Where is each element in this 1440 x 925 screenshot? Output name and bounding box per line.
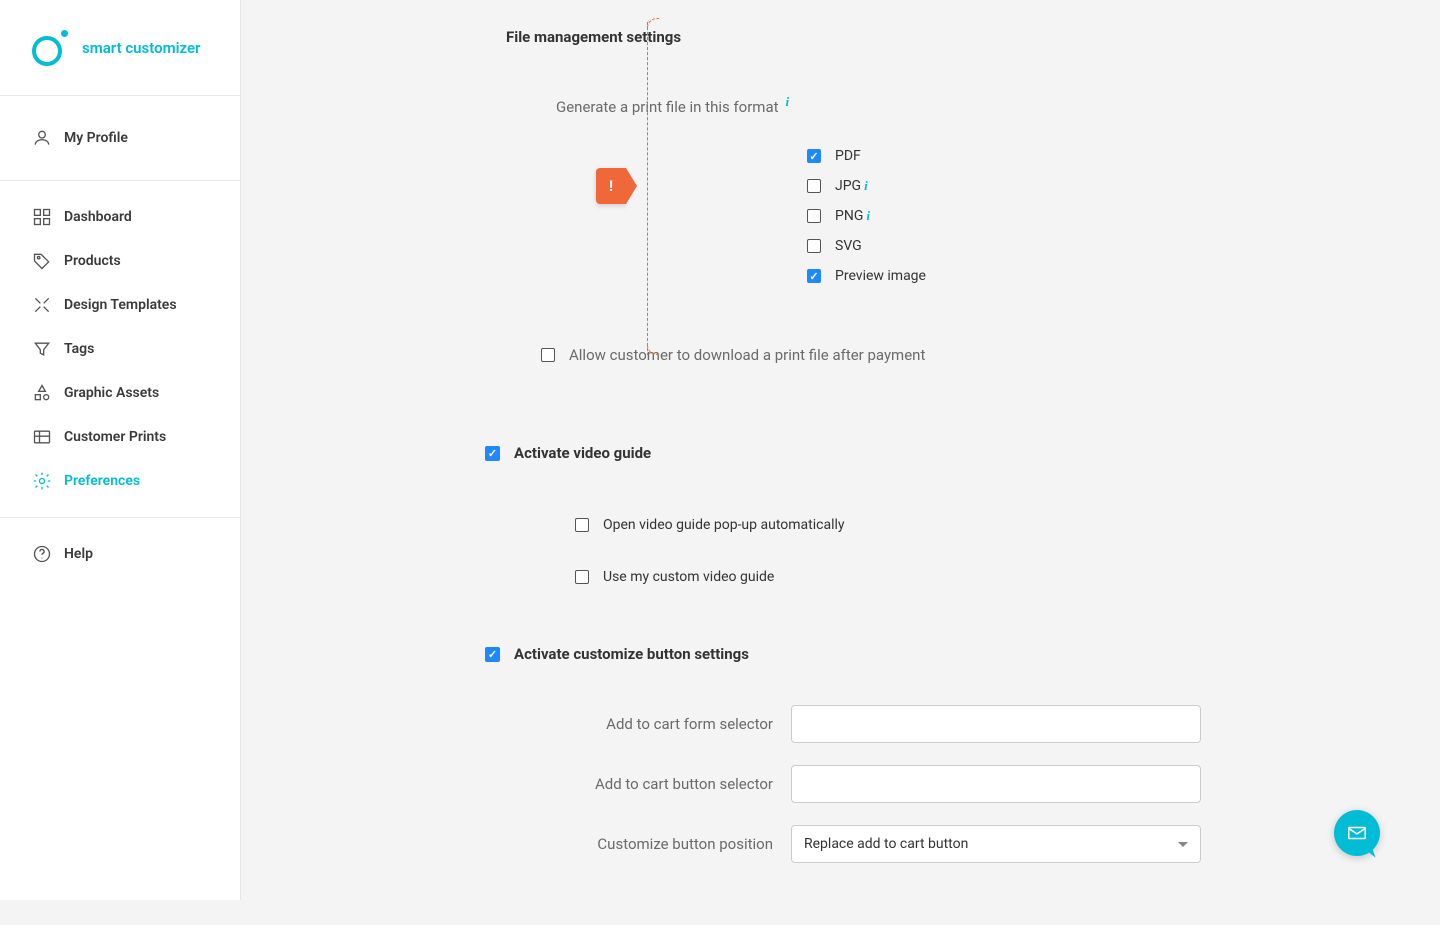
alert-text: ! [609,177,613,195]
tag-icon [32,251,52,271]
format-label: JPG [835,178,861,194]
sidebar-item-help[interactable]: Help [0,532,240,576]
info-icon[interactable]: i [866,208,870,224]
sidebar-item-customer-prints[interactable]: Customer Prints [0,415,240,459]
checkbox-activate-customize[interactable] [485,647,500,662]
format-subhead: Generate a print file in this format [401,98,779,116]
custom-video-label: Use my custom video guide [603,569,774,585]
checkbox-allow-download[interactable] [541,348,555,362]
form-selector-input[interactable] [791,705,1201,743]
logo-icon [32,30,68,66]
activate-customize-row: Activate customize button settings [401,645,1380,663]
info-icon[interactable]: i [786,94,790,110]
gear-icon [32,471,52,491]
section-title: File management settings [401,28,1380,46]
checkbox-format-pdf[interactable] [807,149,821,163]
video-subchecks: Open video guide pop-up automatically Us… [401,517,1380,585]
chat-button[interactable] [1334,810,1380,856]
format-row-jpg: JPGi [807,178,1380,194]
filter-icon [32,339,52,359]
info-icon[interactable]: i [864,178,868,194]
form-selector-label: Add to cart form selector [401,715,791,733]
checkbox-open-auto[interactable] [575,518,589,532]
sidebar-item-label: Graphic Assets [64,385,159,401]
activate-customize-label: Activate customize button settings [514,645,749,663]
format-label: Preview image [835,268,926,284]
format-label: PNG [835,208,863,224]
button-selector-label: Add to cart button selector [401,775,791,793]
position-row: Customize button position Replace add to… [401,825,1380,863]
sidebar-item-label: Help [64,546,93,562]
sidebar-item-tags[interactable]: Tags [0,327,240,371]
sidebar-item-label: Customer Prints [64,429,166,445]
sidebar-item-label: Tags [64,341,94,357]
sidebar-item-dashboard[interactable]: Dashboard [0,195,240,239]
checkbox-format-png[interactable] [807,209,821,223]
sidebar-item-label: Dashboard [64,209,132,225]
image-grid-icon [32,427,52,447]
mail-icon [1346,822,1368,844]
format-row-preview-image: Preview image [807,268,1380,284]
sidebar-item-label: Preferences [64,473,140,489]
activate-video-label: Activate video guide [514,444,651,462]
allow-download-label: Allow customer to download a print file … [569,346,925,364]
checkbox-custom-video[interactable] [575,570,589,584]
brand: smart customizer [0,0,240,96]
sidebar-item-graphic-assets[interactable]: Graphic Assets [0,371,240,415]
format-row-png: PNGi [807,208,1380,224]
main-content: ! File management settings Generate a pr… [241,0,1440,900]
brand-name: smart customizer [82,39,200,57]
profile-section: My Profile [0,96,240,181]
position-label: Customize button position [401,835,791,853]
sidebar-item-preferences[interactable]: Preferences [0,459,240,503]
sidebar: smart customizer My Profile Dashboard Pr… [0,0,241,900]
sidebar-item-products[interactable]: Products [0,239,240,283]
format-list: PDFJPGiPNGiSVGPreview image [401,148,1380,284]
form-selector-row: Add to cart form selector [401,705,1380,743]
open-auto-label: Open video guide pop-up automatically [603,517,845,533]
shapes-icon [32,383,52,403]
sidebar-item-label: Products [64,253,121,269]
checkbox-format-svg[interactable] [807,239,821,253]
button-selector-row: Add to cart button selector [401,765,1380,803]
activate-video-row: Activate video guide [401,444,1380,462]
alert-badge[interactable]: ! [596,168,626,204]
sidebar-item-design-templates[interactable]: Design Templates [0,283,240,327]
help-icon [32,544,52,564]
nav-main: Dashboard Products Design Templates Tags… [0,181,240,503]
dashboard-icon [32,207,52,227]
format-row-pdf: PDF [807,148,1380,164]
checkbox-format-preview-image[interactable] [807,269,821,283]
position-select[interactable]: Replace add to cart button [791,825,1201,863]
format-label: PDF [835,148,861,164]
format-row-svg: SVG [807,238,1380,254]
sidebar-item-label: Design Templates [64,297,177,313]
user-icon [32,128,52,148]
format-label: SVG [835,238,862,254]
checkbox-activate-video[interactable] [485,446,500,461]
tools-icon [32,295,52,315]
chevron-down-icon [1178,842,1188,847]
checkbox-format-jpg[interactable] [807,179,821,193]
position-value: Replace add to cart button [804,836,968,852]
sidebar-item-label: My Profile [64,130,128,146]
button-selector-input[interactable] [791,765,1201,803]
sidebar-item-my-profile[interactable]: My Profile [0,116,240,160]
allow-download-row: Allow customer to download a print file … [401,346,1380,364]
format-row: Generate a print file in this format i [401,94,1380,116]
